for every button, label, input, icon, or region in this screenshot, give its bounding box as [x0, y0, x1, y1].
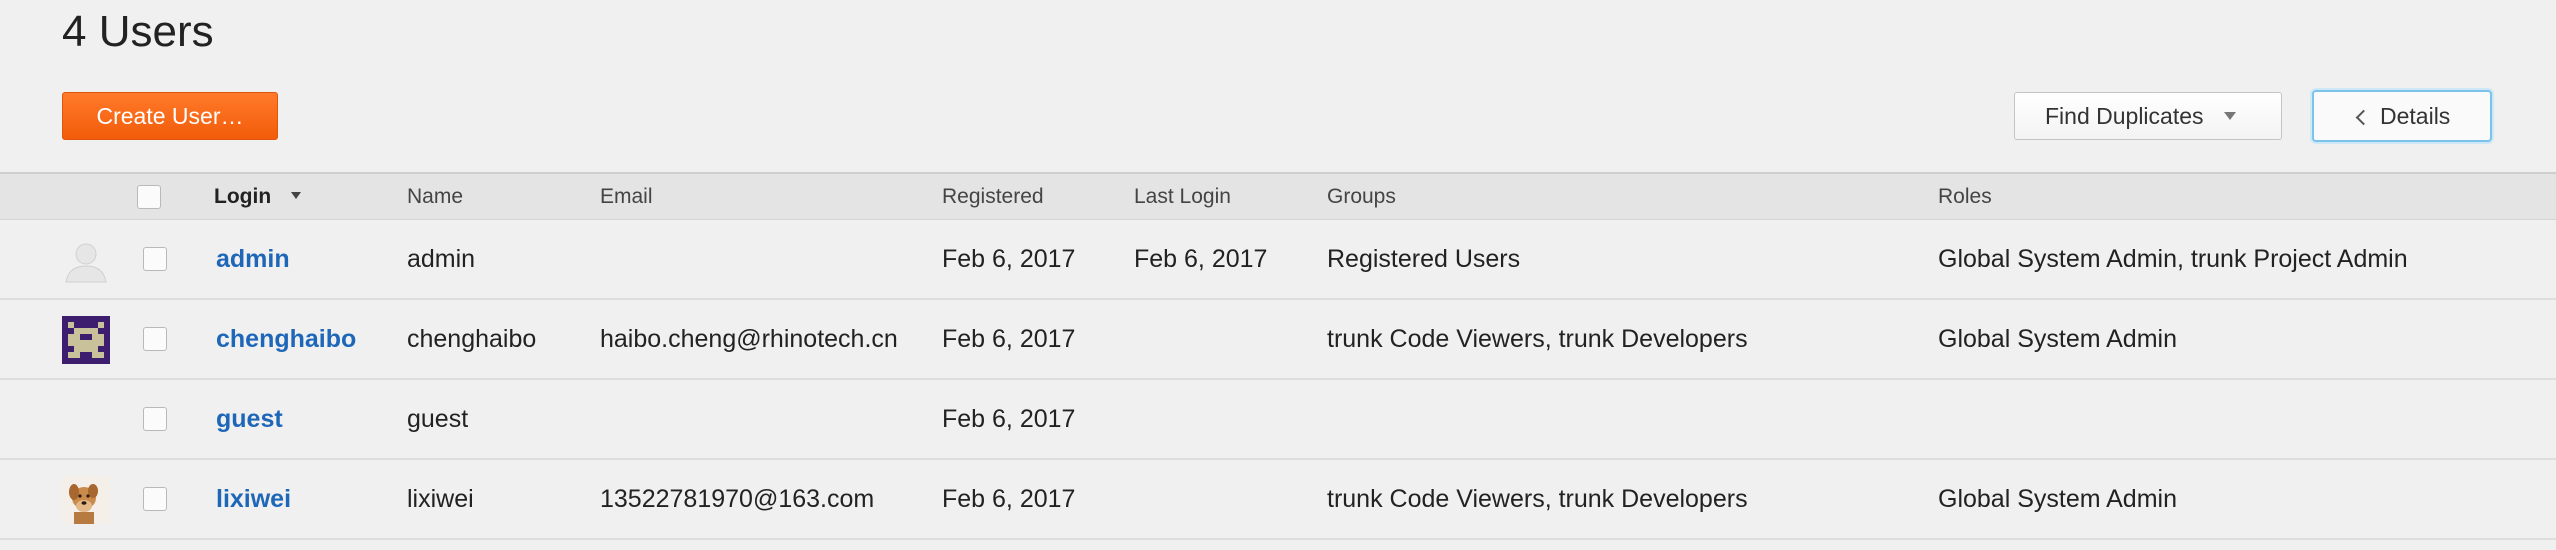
caret-down-icon [2223, 111, 2236, 120]
user-groups: trunk Code Viewers, trunk Developers [1327, 485, 1748, 513]
user-registered: Feb 6, 2017 [942, 245, 1076, 273]
column-header-last-login[interactable]: Last Login [1134, 174, 1231, 220]
table-row[interactable]: guest guest Feb 6, 2017 [0, 380, 2556, 460]
table-row[interactable]: admin admin Feb 6, 2017 Feb 6, 2017 Regi… [0, 220, 2556, 300]
column-header-email[interactable]: Email [600, 174, 653, 220]
users-page: 4 Users Create User… Find Duplicates Det… [0, 0, 2556, 550]
user-login-link[interactable]: guest [216, 380, 283, 458]
row-checkbox[interactable] [143, 487, 167, 511]
user-last-login: Feb 6, 2017 [1134, 245, 1268, 273]
user-roles: Global System Admin [1938, 485, 2177, 513]
user-login-link[interactable]: lixiwei [216, 460, 291, 538]
chevron-left-icon [2355, 109, 2372, 126]
user-registered: Feb 6, 2017 [942, 325, 1076, 353]
select-all-checkbox[interactable] [137, 185, 161, 209]
user-login-link[interactable]: admin [216, 220, 290, 298]
sort-desc-icon [291, 191, 301, 199]
column-header-roles: Roles [1938, 185, 1992, 208]
column-header-login-label: Login [214, 185, 272, 208]
user-registered: Feb 6, 2017 [942, 485, 1076, 513]
user-name: admin [407, 245, 476, 273]
create-user-button[interactable]: Create User… [62, 92, 278, 140]
row-checkbox[interactable] [143, 327, 167, 351]
row-checkbox[interactable] [143, 247, 167, 271]
column-header-registered[interactable]: Registered [942, 174, 1044, 220]
table-row[interactable]: chenghaibo chenghaibo haibo.cheng@rhinot… [0, 300, 2556, 380]
table-header: Login Name Email Registered Last Login G… [0, 172, 2556, 220]
row-checkbox[interactable] [143, 407, 167, 431]
find-duplicates-button[interactable]: Find Duplicates [2014, 92, 2282, 140]
find-duplicates-label: Find Duplicates [2045, 103, 2204, 129]
user-name: lixiwei [407, 485, 474, 513]
details-label: Details [2380, 103, 2451, 129]
page-title: 4 Users [62, 7, 214, 56]
user-email: 13522781970@163.com [600, 485, 875, 513]
user-name: guest [407, 405, 469, 433]
user-name: chenghaibo [407, 325, 537, 353]
column-header-name[interactable]: Name [407, 174, 463, 220]
dog-photo [62, 476, 110, 524]
user-roles: Global System Admin [1938, 325, 2177, 353]
column-header-login[interactable]: Login [214, 174, 301, 220]
user-login-link[interactable]: chenghaibo [216, 300, 356, 378]
user-groups: trunk Code Viewers, trunk Developers [1327, 325, 1748, 353]
user-email: haibo.cheng@rhinotech.cn [600, 325, 898, 353]
table-row[interactable]: lixiwei lixiwei 13522781970@163.com Feb … [0, 460, 2556, 540]
user-roles: Global System Admin, trunk Project Admin [1938, 245, 2408, 273]
details-button[interactable]: Details [2312, 90, 2492, 142]
pixel-identicon [62, 316, 110, 364]
default-user-icon [62, 236, 110, 284]
user-registered: Feb 6, 2017 [942, 405, 1076, 433]
column-header-groups: Groups [1327, 185, 1396, 208]
user-groups: Registered Users [1327, 245, 1521, 273]
